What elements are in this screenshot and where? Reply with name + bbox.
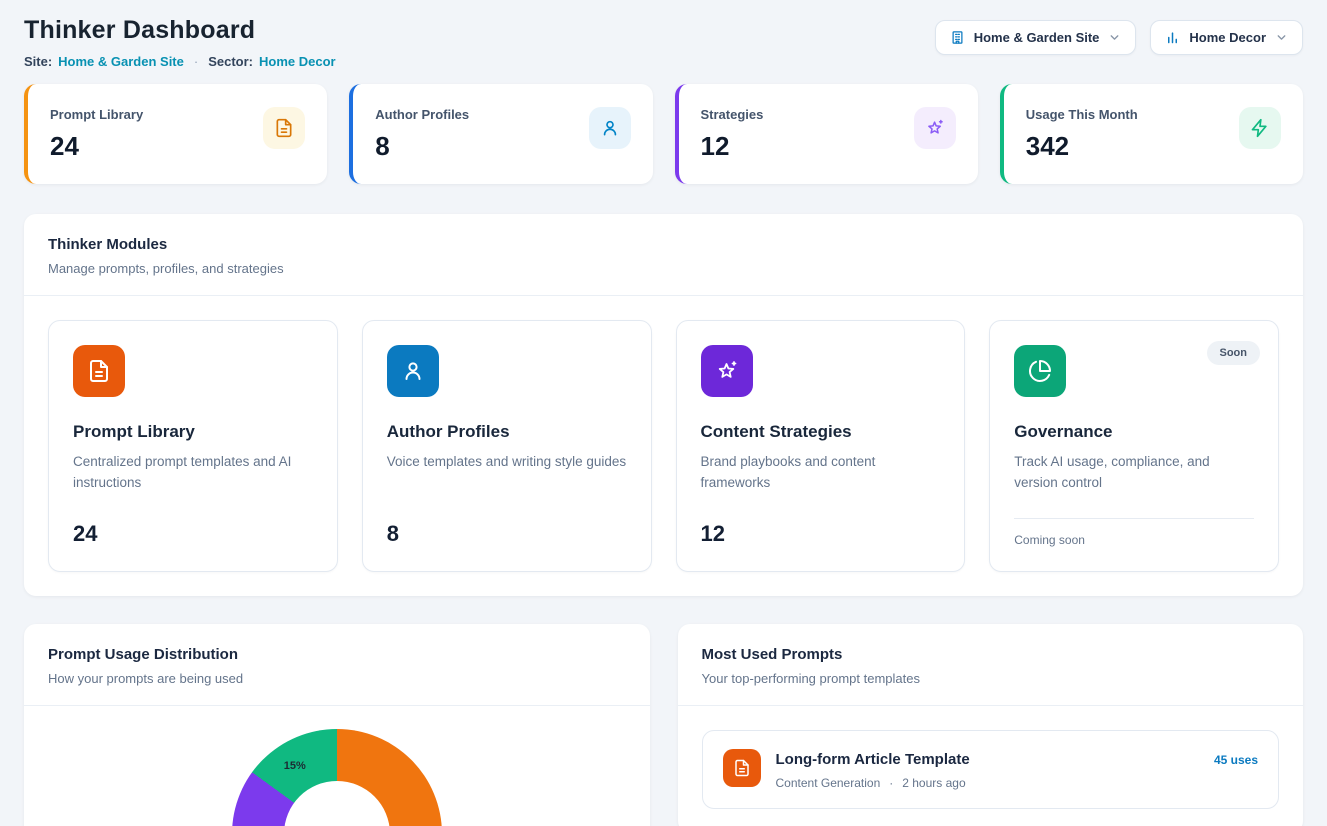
- site-link[interactable]: Home & Garden Site: [58, 54, 184, 69]
- stat-card-author-profiles: Author Profiles 8: [349, 84, 652, 184]
- module-divider: [1014, 518, 1254, 519]
- prompt-meta: Content Generation · 2 hours ago: [776, 776, 970, 790]
- stat-label: Author Profiles: [375, 107, 469, 122]
- module-card-content-strategies[interactable]: Content Strategies Brand playbooks and c…: [676, 320, 966, 572]
- module-count: 24: [73, 521, 313, 547]
- module-title: Governance: [1014, 422, 1254, 442]
- bottom-row: Prompt Usage Distribution How your promp…: [24, 624, 1303, 826]
- stat-label: Prompt Library: [50, 107, 143, 122]
- prompt-uses-badge: 45 uses: [1214, 753, 1258, 767]
- module-card-prompt-library[interactable]: Prompt Library Centralized prompt templa…: [48, 320, 338, 572]
- prompt-info: Long-form Article Template Content Gener…: [776, 749, 970, 790]
- prompt-category: Content Generation: [776, 776, 881, 790]
- modules-panel-header: Thinker Modules Manage prompts, profiles…: [24, 214, 1303, 296]
- donut-segment-label: 15%: [284, 760, 306, 772]
- site-selector-dropdown[interactable]: Home & Garden Site: [935, 20, 1137, 55]
- donut-chart: 15%: [232, 729, 442, 826]
- module-description: Brand playbooks and content frameworks: [701, 452, 941, 494]
- site-label: Site:: [24, 54, 52, 69]
- prompt-usage-subtitle: How your prompts are being used: [48, 671, 626, 686]
- modules-subtitle: Manage prompts, profiles, and strategies: [48, 261, 1279, 276]
- prompt-usage-panel: Prompt Usage Distribution How your promp…: [24, 624, 650, 826]
- soon-badge: Soon: [1207, 341, 1261, 365]
- prompt-title: Long-form Article Template: [776, 751, 970, 768]
- stat-label: Usage This Month: [1026, 107, 1138, 122]
- page-title: Thinker Dashboard: [24, 16, 336, 45]
- stats-row: Prompt Library 24 Author Profiles 8 Stra…: [24, 84, 1303, 184]
- most-used-title: Most Used Prompts: [702, 646, 1280, 663]
- module-description: Centralized prompt templates and AI inst…: [73, 452, 313, 494]
- prompt-usage-header: Prompt Usage Distribution How your promp…: [24, 624, 650, 706]
- site-selector-label: Home & Garden Site: [974, 30, 1100, 45]
- sector-selector-dropdown[interactable]: Home Decor: [1150, 20, 1303, 55]
- sector-link[interactable]: Home Decor: [259, 54, 336, 69]
- dashboard-page: Thinker Dashboard Site: Home & Garden Si…: [0, 0, 1327, 826]
- most-used-subtitle: Your top-performing prompt templates: [702, 671, 1280, 686]
- header: Thinker Dashboard Site: Home & Garden Si…: [24, 16, 1303, 69]
- stat-value: 342: [1026, 131, 1138, 162]
- stat-text: Strategies 12: [701, 107, 764, 162]
- title-block: Thinker Dashboard Site: Home & Garden Si…: [24, 16, 336, 69]
- stat-value: 8: [375, 131, 469, 162]
- document-icon: [723, 749, 761, 787]
- modules-panel: Thinker Modules Manage prompts, profiles…: [24, 214, 1303, 596]
- module-card-governance[interactable]: Soon Governance Track AI usage, complian…: [989, 320, 1279, 572]
- chevron-down-icon: [1275, 31, 1288, 44]
- user-icon: [387, 345, 439, 397]
- user-icon: [589, 107, 631, 149]
- stat-label: Strategies: [701, 107, 764, 122]
- module-title: Content Strategies: [701, 422, 941, 442]
- star-sparkle-icon: [701, 345, 753, 397]
- stat-card-usage: Usage This Month 342: [1000, 84, 1303, 184]
- most-used-header: Most Used Prompts Your top-performing pr…: [678, 624, 1304, 706]
- pie-chart-icon: [1014, 345, 1066, 397]
- sector-selector-label: Home Decor: [1189, 30, 1266, 45]
- module-description: Voice templates and writing style guides: [387, 452, 627, 473]
- prompts-body: Long-form Article Template Content Gener…: [678, 706, 1304, 826]
- stat-text: Usage This Month 342: [1026, 107, 1138, 162]
- stat-text: Prompt Library 24: [50, 107, 143, 162]
- chart-body: 15%: [24, 729, 650, 826]
- chevron-down-icon: [1108, 31, 1121, 44]
- prompt-time: 2 hours ago: [902, 776, 965, 790]
- prompt-usage-title: Prompt Usage Distribution: [48, 646, 626, 663]
- module-card-author-profiles[interactable]: Author Profiles Voice templates and writ…: [362, 320, 652, 572]
- stat-text: Author Profiles 8: [375, 107, 469, 162]
- building-icon: [950, 30, 965, 45]
- star-sparkle-icon: [914, 107, 956, 149]
- module-title: Author Profiles: [387, 422, 627, 442]
- separator-dot: ·: [194, 54, 198, 69]
- modules-body: Prompt Library Centralized prompt templa…: [24, 296, 1303, 596]
- list-item-prompt[interactable]: Long-form Article Template Content Gener…: [702, 730, 1280, 809]
- stat-value: 24: [50, 131, 143, 162]
- document-icon: [263, 107, 305, 149]
- module-count: 8: [387, 521, 627, 547]
- stat-card-strategies: Strategies 12: [675, 84, 978, 184]
- modules-title: Thinker Modules: [48, 236, 1279, 253]
- bar-chart-icon: [1165, 30, 1180, 45]
- lightning-icon: [1239, 107, 1281, 149]
- header-controls: Home & Garden Site Home Decor: [935, 20, 1303, 55]
- coming-soon-label: Coming soon: [1014, 533, 1254, 547]
- most-used-panel: Most Used Prompts Your top-performing pr…: [678, 624, 1304, 826]
- module-count: 12: [701, 521, 941, 547]
- module-description: Track AI usage, compliance, and version …: [1014, 452, 1254, 494]
- module-title: Prompt Library: [73, 422, 313, 442]
- meta-separator: ·: [889, 776, 893, 790]
- sector-label: Sector:: [208, 54, 253, 69]
- document-icon: [73, 345, 125, 397]
- stat-value: 12: [701, 131, 764, 162]
- breadcrumb: Site: Home & Garden Site · Sector: Home …: [24, 54, 336, 69]
- stat-card-prompt-library: Prompt Library 24: [24, 84, 327, 184]
